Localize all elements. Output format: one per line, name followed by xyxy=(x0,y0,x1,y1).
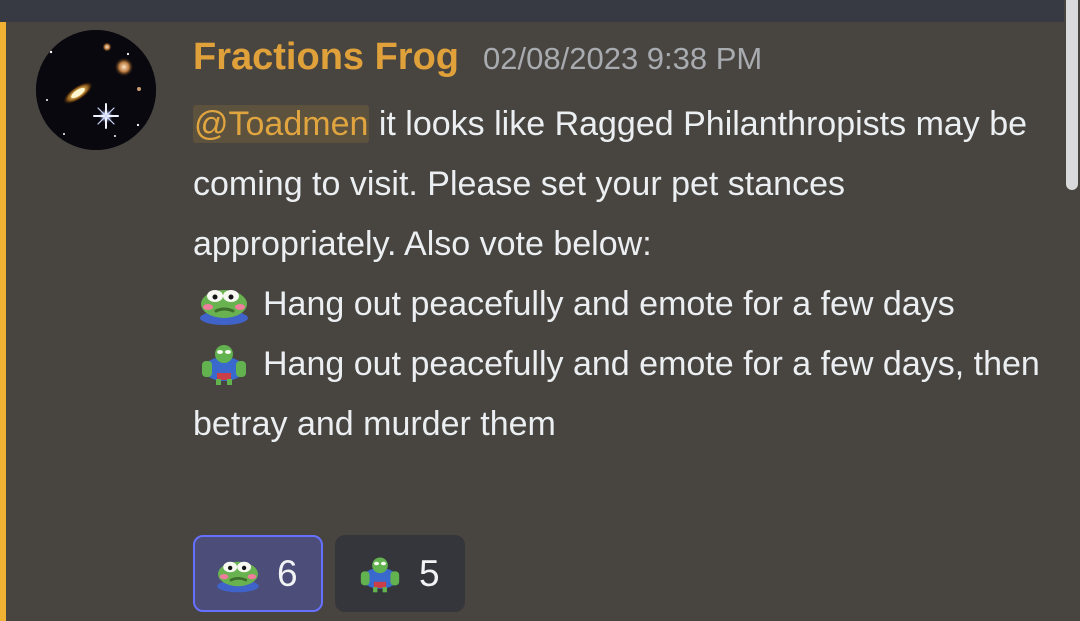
poll-option-2: Hang out peacefully and emote for a few … xyxy=(193,334,1043,454)
poll-option-2-text: Hang out peacefully and emote for a few … xyxy=(193,345,1040,443)
message-intro: @Toadmen it looks like Ragged Philanthro… xyxy=(193,94,1043,274)
author-name[interactable]: Fractions Frog xyxy=(193,38,459,76)
reaction-count: 6 xyxy=(277,553,298,594)
buff-frog-emoji-icon xyxy=(353,554,407,594)
reaction-buff-frog-button[interactable]: 5 xyxy=(335,535,465,612)
reaction-bar: 6 5 xyxy=(193,535,465,612)
poll-option-1: Hang out peacefully and emote for a few … xyxy=(193,274,1043,334)
user-mention[interactable]: @Toadmen xyxy=(193,105,370,143)
scrollbar[interactable] xyxy=(1064,0,1080,190)
message-header: Fractions Frog 02/08/2023 9:38 PM xyxy=(193,38,1043,92)
mention-highlight-bar xyxy=(0,22,6,621)
buff-frog-emoji-icon xyxy=(193,343,255,385)
poll-option-1-text: Hang out peacefully and emote for a few … xyxy=(263,285,955,323)
galaxy-avatar-icon xyxy=(36,30,156,150)
top-divider xyxy=(0,0,1064,22)
message-content: @Toadmen it looks like Ragged Philanthro… xyxy=(193,94,1043,454)
message-timestamp: 02/08/2023 9:38 PM xyxy=(483,41,763,76)
sad-frog-emoji-icon xyxy=(211,554,265,594)
reaction-sad-frog-button[interactable]: 6 xyxy=(193,535,323,612)
sad-frog-emoji-icon xyxy=(193,283,255,325)
avatar[interactable] xyxy=(36,30,156,150)
message: Fractions Frog 02/08/2023 9:38 PM @Toadm… xyxy=(193,38,1043,454)
reaction-count: 5 xyxy=(419,553,440,594)
scrollbar-thumb[interactable] xyxy=(1066,0,1078,190)
